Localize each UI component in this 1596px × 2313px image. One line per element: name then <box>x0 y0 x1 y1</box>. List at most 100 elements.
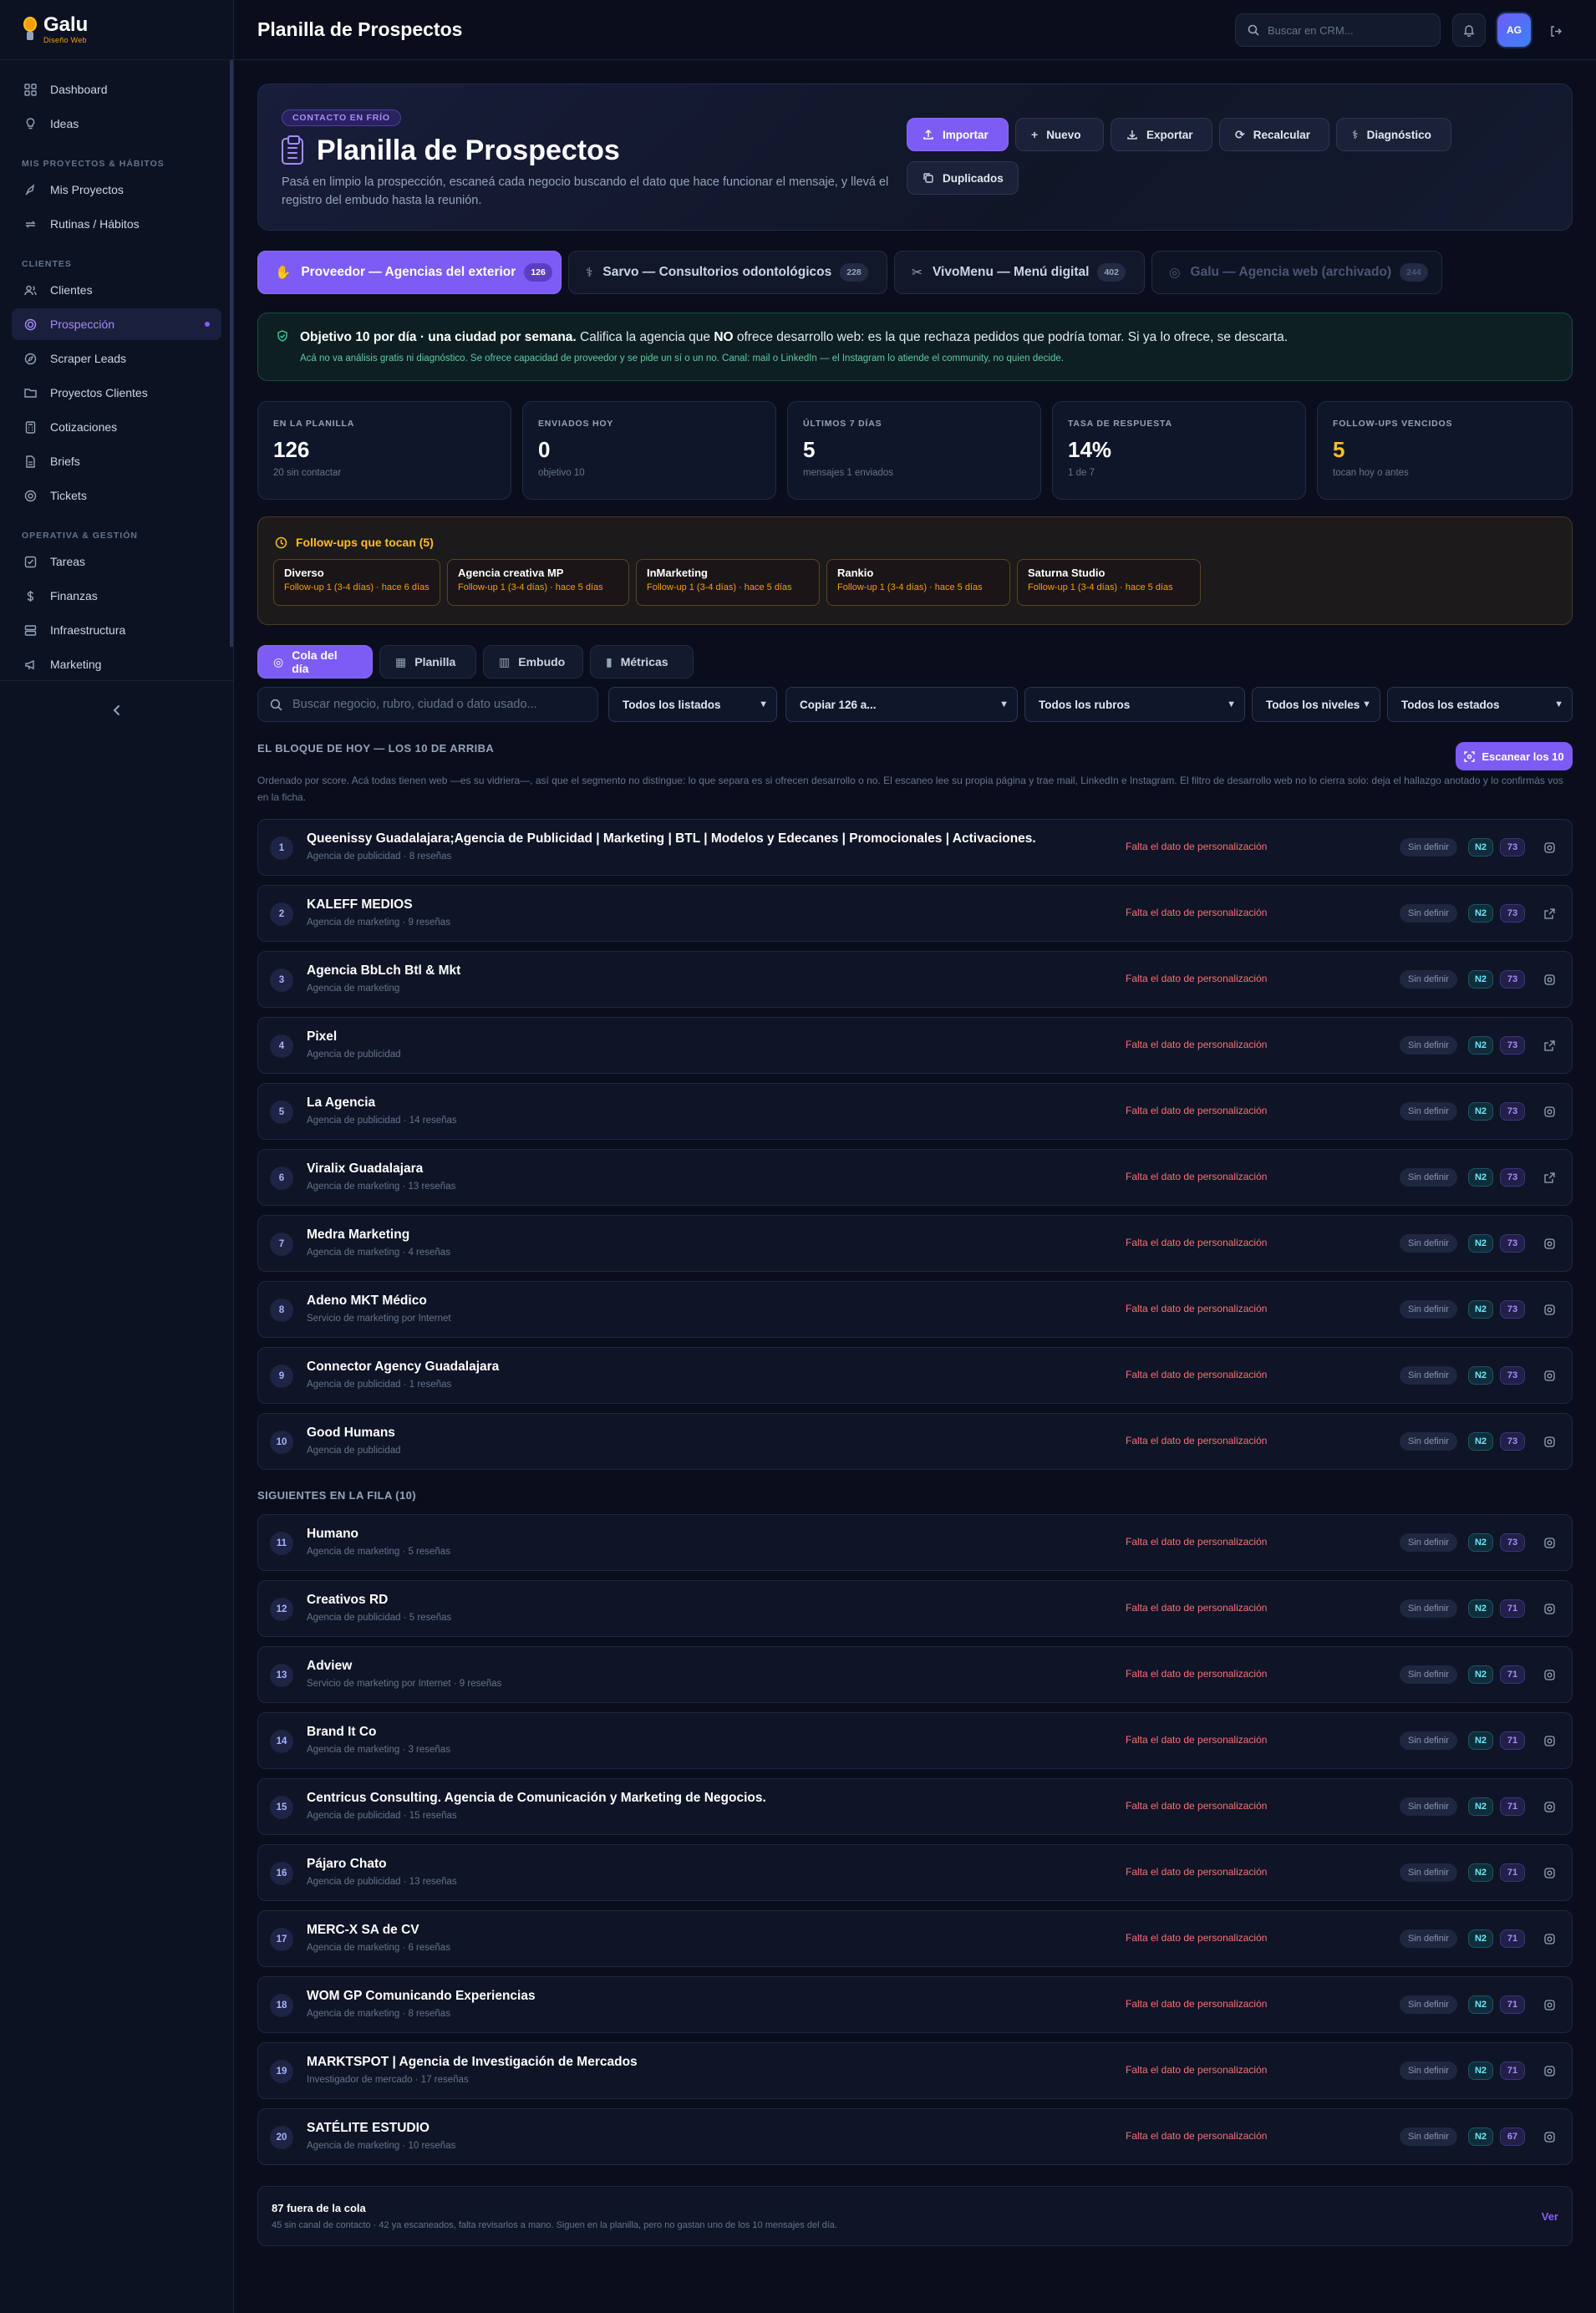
duplicates-button[interactable]: Duplicados <box>907 161 1019 195</box>
sidebar-scrollbar[interactable] <box>230 60 233 647</box>
import-button[interactable]: Importar <box>907 118 1009 151</box>
tab-cola-del-dia[interactable]: ◎ Cola del día <box>257 645 373 679</box>
row-action-button[interactable] <box>1540 1665 1558 1684</box>
prospect-category: Agencia de marketing · 6 reseñas <box>307 1943 450 1953</box>
row-action-button[interactable] <box>1540 1366 1558 1385</box>
estados-select[interactable]: Todos los estados ▼ <box>1387 687 1573 722</box>
sidebar-item-tickets[interactable]: Tickets <box>12 480 221 511</box>
table-row[interactable]: 19 MARKTSPOT | Agencia de Investigación d… <box>257 2042 1573 2099</box>
table-row[interactable]: 9 Connector Agency Guadalajara Agencia de … <box>257 1347 1573 1404</box>
table-row[interactable]: 15 Centricus Consulting. Agencia de Comun… <box>257 1778 1573 1835</box>
table-row[interactable]: 17 MERC-X SA de CV Agencia de marketing · … <box>257 1910 1573 1967</box>
table-row[interactable]: 13 Adview Servicio de marketing por Intern… <box>257 1646 1573 1703</box>
row-action-button[interactable] <box>1540 1731 1558 1750</box>
shield-check-icon <box>277 330 288 342</box>
table-row[interactable]: 12 Creativos RD Agencia de publicidad · 5 … <box>257 1580 1573 1637</box>
niveles-select[interactable]: Todos los niveles ▼ <box>1252 687 1380 722</box>
export-button[interactable]: Exportar <box>1111 118 1212 151</box>
sidebar-item-cotizaciones[interactable]: Cotizaciones <box>12 411 221 443</box>
sidebar-item-marketing[interactable]: Marketing <box>12 648 221 680</box>
sidebar-item-prospección[interactable]: Prospección <box>12 308 221 340</box>
sidebar-item-proyectos-clientes[interactable]: Proyectos Clientes <box>12 377 221 409</box>
view-outside-link[interactable]: Ver <box>1542 2210 1558 2223</box>
row-action-button[interactable] <box>1540 1036 1558 1055</box>
table-row[interactable]: 5 La Agencia Agencia de publicidad · 14 re… <box>257 1083 1573 1140</box>
sidebar-item-rutinas-hábitos[interactable]: Rutinas / Hábitos <box>12 208 221 240</box>
row-action-button[interactable] <box>1540 1102 1558 1121</box>
table-row[interactable]: 20 SATÉLITE ESTUDIO Agencia de marketing ·… <box>257 2108 1573 2165</box>
level-badge: N2 <box>1468 2127 1493 2146</box>
row-action-button[interactable] <box>1540 838 1558 857</box>
notifications-button[interactable] <box>1452 13 1486 47</box>
new-button[interactable]: + Nuevo <box>1015 118 1104 151</box>
sidebar-item-dashboard[interactable]: Dashboard <box>12 74 221 105</box>
followup-chip[interactable]: Rankio Follow-up 1 (3-4 días) · hace 5 d… <box>826 559 1010 606</box>
sidebar-item-mis-proyectos[interactable]: Mis Proyectos <box>12 174 221 206</box>
row-action-button[interactable] <box>1540 2061 1558 2080</box>
row-action-button[interactable] <box>1540 1234 1558 1253</box>
level-badge: N2 <box>1468 1533 1493 1552</box>
row-action-button[interactable] <box>1540 904 1558 923</box>
recalculate-button[interactable]: ⟳ Recalcular <box>1219 118 1329 151</box>
tab-metricas[interactable]: ▮ Métricas <box>590 645 694 679</box>
status-badge: Sin definir <box>1400 1036 1457 1055</box>
followup-chip[interactable]: InMarketing Follow-up 1 (3-4 días) · hac… <box>636 559 820 606</box>
row-action-button[interactable] <box>1540 1995 1558 2014</box>
missing-personalization: Falta el dato de personalización <box>1126 1602 1268 1614</box>
row-action-button[interactable] <box>1540 1929 1558 1948</box>
table-row[interactable]: 10 Good Humans Agencia de publicidad Falta … <box>257 1413 1573 1470</box>
row-action-button[interactable] <box>1540 1863 1558 1882</box>
tab-vivomenu[interactable]: ✂ VivoMenu — Menú digital 402 <box>894 251 1145 294</box>
followup-chip[interactable]: Saturna Studio Follow-up 1 (3-4 días) · … <box>1017 559 1201 606</box>
prospect-search-input[interactable]: Buscar negocio, rubro, ciudad o dato usa… <box>257 687 598 722</box>
table-row[interactable]: 18 WOM GP Comunicando Experiencias Agencia… <box>257 1976 1573 2033</box>
row-rank: 10 <box>270 1431 293 1454</box>
tab-embudo[interactable]: ▥ Embudo <box>483 645 583 679</box>
recalculate-button-label: Recalcular <box>1253 128 1311 141</box>
row-action-button[interactable] <box>1540 1797 1558 1816</box>
tab-sarvo[interactable]: ⚕ Sarvo — Consultorios odontológicos 228 <box>568 251 887 294</box>
table-row[interactable]: 4 Pixel Agencia de publicidad Falta el dato… <box>257 1017 1573 1074</box>
brand-logo[interactable]: Galu Diseño Web <box>0 0 233 60</box>
tab-galu-archived[interactable]: ◎ Galu — Agencia web (archivado) 244 <box>1151 251 1442 294</box>
rubros-select[interactable]: Todos los rubros ▼ <box>1024 687 1245 722</box>
table-row[interactable]: 6 Viralix Guadalajara Agencia de marketing… <box>257 1149 1573 1206</box>
tab-planilla[interactable]: ▦ Planilla <box>379 645 476 679</box>
table-row[interactable]: 14 Brand It Co Agencia de marketing · 3 re… <box>257 1712 1573 1769</box>
tab-proveedor[interactable]: ✋ Proveedor — Agencias del exterior 126 <box>257 251 562 294</box>
row-action-button[interactable] <box>1540 1300 1558 1319</box>
table-row[interactable]: 3 Agencia BbLch Btl & Mkt Agencia de marke… <box>257 951 1573 1008</box>
table-row[interactable]: 11 Humano Agencia de marketing · 5 reseñas… <box>257 1514 1573 1571</box>
followup-chip[interactable]: Agencia creativa MP Follow-up 1 (3-4 día… <box>447 559 629 606</box>
scan-top10-button[interactable]: Escanear los 10 <box>1456 742 1573 770</box>
scan-icon <box>1543 1106 1555 1117</box>
table-row[interactable]: 16 Pájaro Chato Agencia de publicidad · 13… <box>257 1844 1573 1901</box>
sidebar-item-tareas[interactable]: Tareas <box>12 546 221 577</box>
avatar[interactable]: AG <box>1497 13 1531 47</box>
global-search-input[interactable]: Buscar en CRM... <box>1235 13 1441 47</box>
table-row[interactable]: 2 KALEFF MEDIOS Agencia de marketing · 9 r… <box>257 885 1573 942</box>
table-row[interactable]: 8 Adeno MKT Médico Servicio de marketing p… <box>257 1281 1573 1338</box>
logout-button[interactable] <box>1543 18 1568 43</box>
row-action-button[interactable] <box>1540 1533 1558 1552</box>
row-action-button[interactable] <box>1540 1432 1558 1451</box>
sidebar-item-briefs[interactable]: Briefs <box>12 445 221 477</box>
sidebar-item-scraper-leads[interactable]: Scraper Leads <box>12 343 221 374</box>
copy-to-select[interactable]: Copiar 126 a... ▼ <box>785 687 1018 722</box>
sidebar-item-infraestructura[interactable]: Infraestructura <box>12 614 221 646</box>
sidebar-item-finanzas[interactable]: Finanzas <box>12 580 221 612</box>
table-row[interactable]: 7 Medra Marketing Agencia de marketing · 4… <box>257 1215 1573 1272</box>
followup-chip[interactable]: Diverso Follow-up 1 (3-4 días) · hace 6 … <box>273 559 440 606</box>
row-action-button[interactable] <box>1540 1599 1558 1618</box>
status-badge: Sin definir <box>1400 1863 1457 1882</box>
listados-select[interactable]: Todos los listados ▼ <box>608 687 777 722</box>
sidebar-item-clientes[interactable]: Clientes <box>12 274 221 306</box>
row-action-button[interactable] <box>1540 970 1558 989</box>
collapse-sidebar-button[interactable] <box>0 680 234 739</box>
row-action-button[interactable] <box>1540 2127 1558 2146</box>
diagnostic-button[interactable]: ⚕ Diagnóstico <box>1336 118 1451 151</box>
level-badge: N2 <box>1468 1036 1493 1055</box>
row-action-button[interactable] <box>1540 1168 1558 1187</box>
sidebar-item-ideas[interactable]: Ideas <box>12 108 221 140</box>
table-row[interactable]: 1 Queenissy Guadalajara;Agencia de Public… <box>257 819 1573 876</box>
